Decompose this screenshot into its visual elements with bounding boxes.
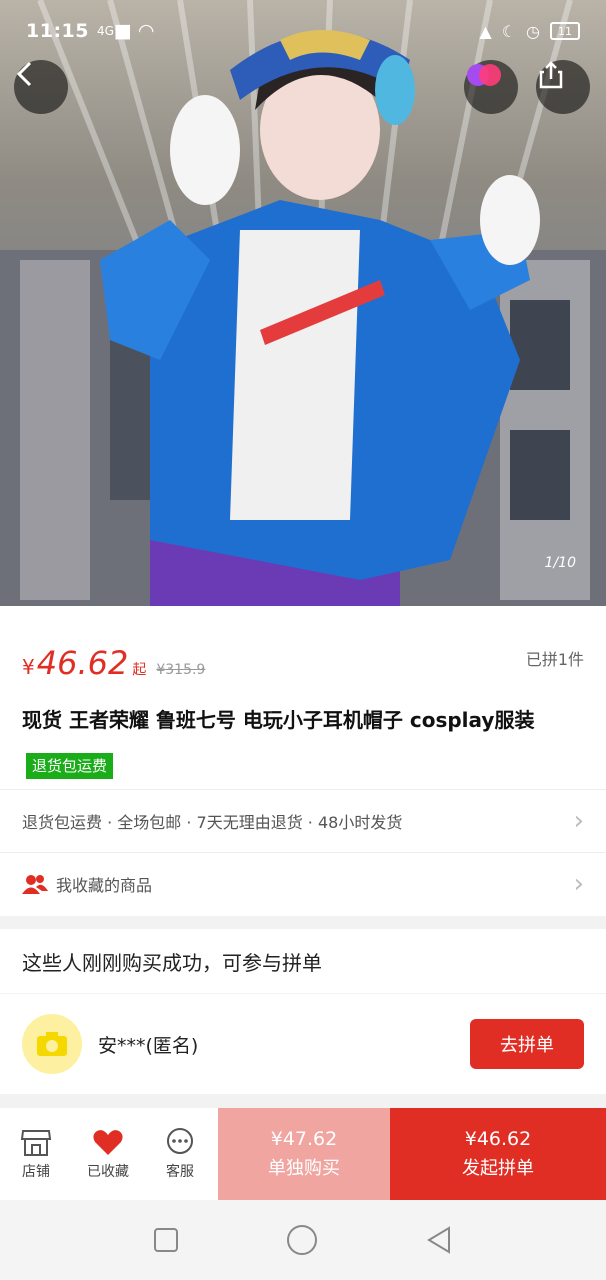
buy-alone-button[interactable]: ¥47.62 单独购买 [218, 1108, 390, 1200]
nfc-icon: ▲ [479, 21, 492, 41]
square-icon[interactable] [153, 1227, 179, 1253]
customer-service-label: 客服 [166, 1164, 194, 1180]
join-group-button[interactable]: 去拼单 [470, 1019, 584, 1069]
buy-alone-price: ¥47.62 [270, 1128, 338, 1150]
price-suffix: 起 [132, 662, 147, 678]
customer-service-button[interactable]: 客服 [144, 1108, 216, 1200]
share-button[interactable] [536, 60, 590, 114]
people-icon [22, 873, 48, 895]
share-icon [539, 61, 563, 89]
favorite-label: 已收藏 [87, 1164, 129, 1180]
start-group-button[interactable]: ¥46.62 发起拼单 [390, 1108, 606, 1200]
product-title-text: 现货 王者荣耀 鲁班七号 电玩小子耳机帽子 cosplay服装 [22, 708, 535, 732]
favorites-row[interactable]: 我收藏的商品 › [0, 853, 606, 915]
group-buy-heading: 这些人刚刚购买成功，可参与拼单 [0, 929, 606, 993]
price-currency: ¥ [22, 655, 35, 679]
image-counter: 1/10 [544, 555, 576, 571]
chevron-right-icon: › [573, 806, 584, 836]
chevron-right-icon: › [573, 869, 584, 899]
chevron-left-icon [16, 61, 32, 87]
price-row: ¥ 46.62 起 ¥315.9 [22, 644, 205, 682]
service-row[interactable]: 退货包运费 · 全场包邮 · 7天无理由退货 · 48小时发货 › [0, 790, 606, 852]
circle-icon[interactable] [286, 1224, 318, 1256]
product-info-section: ¥ 46.62 起 ¥315.9 已拼1件 现货 王者荣耀 鲁班七号 电玩小子耳… [0, 606, 606, 916]
return-shipping-tag: 退货包运费 [26, 752, 114, 779]
camera-icon [37, 1032, 67, 1056]
brand-button[interactable] [464, 60, 518, 114]
buy-alone-label: 单独购买 [268, 1158, 340, 1179]
group-buy-heading-text: 这些人刚刚购买成功，可参与拼单 [22, 950, 322, 975]
start-group-price: ¥46.62 [464, 1128, 532, 1150]
group-buy-entry: 安***(匿名) 去拼单 [0, 994, 606, 1094]
brand-logo-icon [467, 64, 501, 86]
store-icon [20, 1130, 52, 1156]
alarm-icon: ◷ [526, 21, 540, 41]
favorite-button[interactable]: 已收藏 [72, 1108, 144, 1200]
store-label: 店铺 [22, 1164, 50, 1180]
start-group-label: 发起拼单 [462, 1158, 534, 1179]
wifi-icon: ◠ [137, 20, 155, 42]
back-button[interactable] [14, 60, 68, 114]
buyer-name: 安***(匿名) [98, 1034, 199, 1057]
store-button[interactable]: 店铺 [0, 1108, 72, 1200]
heart-icon [93, 1130, 123, 1155]
battery-icon: 11 [550, 22, 580, 40]
service-text: 退货包运费 · 全场包邮 · 7天无理由退货 · 48小时发货 [22, 813, 403, 832]
favorites-text: 我收藏的商品 [56, 876, 153, 895]
chat-icon [167, 1128, 193, 1154]
status-time: 11:15 [26, 20, 89, 42]
original-price: ¥315.9 [156, 662, 206, 678]
triangle-back-icon[interactable] [425, 1226, 453, 1254]
bottom-action-bar: 店铺 已收藏 客服 ¥47.62 单独购买 ¥46.62 发起拼单 [0, 1108, 606, 1200]
product-image-gallery[interactable]: 11:15 4G ■ ◠ ▲ ☾ ◷ 11 1/10 [0, 0, 606, 606]
moon-icon: ☾ [501, 21, 517, 41]
price-amount: 46.62 [36, 644, 129, 682]
product-title: 现货 王者荣耀 鲁班七号 电玩小子耳机帽子 cosplay服装退货包运费 [22, 698, 592, 786]
status-bar: 11:15 4G ■ ◠ ▲ ☾ ◷ 11 [0, 0, 606, 62]
system-navigation-bar [0, 1200, 606, 1280]
avatar [22, 1014, 82, 1074]
battery-level: 11 [558, 24, 572, 38]
network-indicator: 4G [96, 24, 114, 38]
signal-icon: ■ [113, 20, 132, 42]
sold-count: 已拼1件 [525, 650, 584, 669]
